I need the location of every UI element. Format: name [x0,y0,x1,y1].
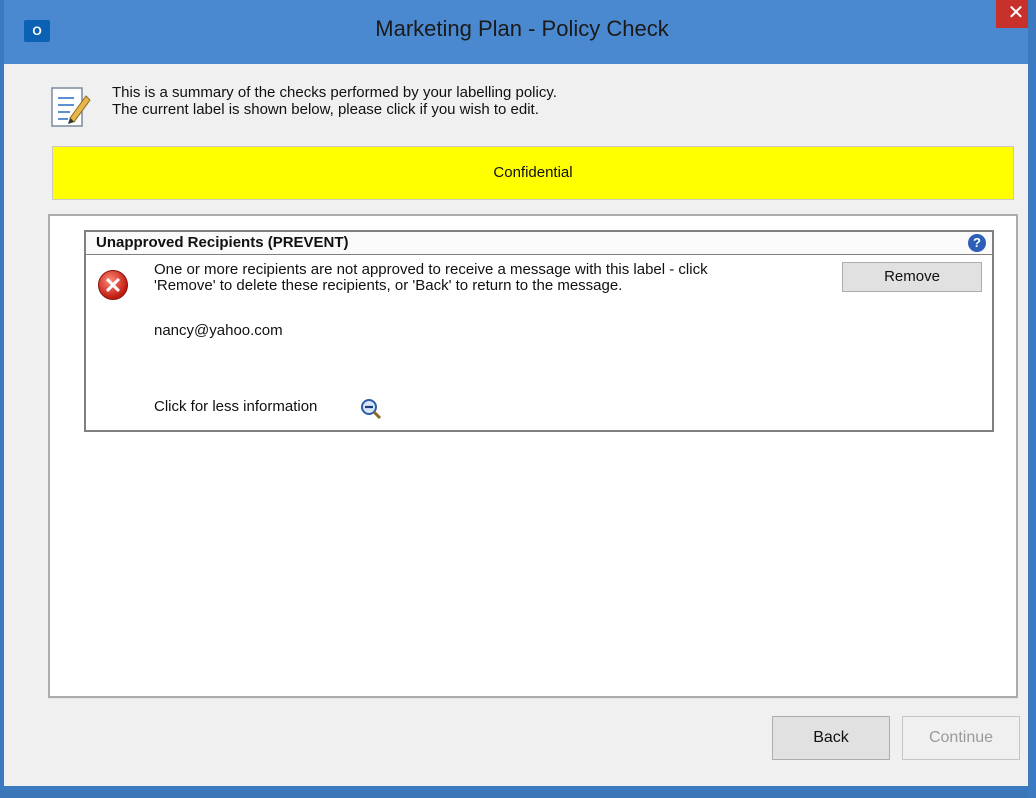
unapproved-recipients-check: Unapproved Recipients (PREVENT) ? ✕ One … [84,230,994,432]
intro-line-1: This is a summary of the checks performe… [112,84,557,101]
error-icon: ✕ [98,270,128,300]
dialog-content: This is a summary of the checks performe… [8,64,1028,786]
continue-button[interactable]: Continue [902,716,1020,760]
check-message-line-2: 'Remove' to delete these recipients, or … [154,277,623,294]
back-button[interactable]: Back [772,716,890,760]
zoom-out-icon[interactable] [360,398,382,420]
title-bar[interactable]: O Marketing Plan - Policy Check ✕ [4,0,1036,64]
check-message: One or more recipients are not approved … [154,262,804,294]
help-icon[interactable]: ? [968,234,986,252]
checks-panel: Unapproved Recipients (PREVENT) ? ✕ One … [48,214,1018,698]
recipient-address: nancy@yahoo.com [154,322,283,339]
check-title: Unapproved Recipients (PREVENT) [96,234,349,251]
window-right-edge [1028,0,1036,798]
less-info-link[interactable]: Click for less information [154,398,317,415]
remove-button[interactable]: Remove [842,262,982,292]
check-message-line-1: One or more recipients are not approved … [154,261,708,278]
window-title: Marketing Plan - Policy Check [375,16,669,41]
footer-divider [48,698,1018,699]
intro-line-2: The current label is shown below, please… [112,101,539,118]
policy-check-window: O Marketing Plan - Policy Check ✕ This i… [0,0,1036,790]
check-header: Unapproved Recipients (PREVENT) ? [86,232,992,255]
notepad-edit-icon [51,87,91,127]
classification-label[interactable]: Confidential [52,146,1014,200]
intro-text: This is a summary of the checks performe… [112,84,557,118]
